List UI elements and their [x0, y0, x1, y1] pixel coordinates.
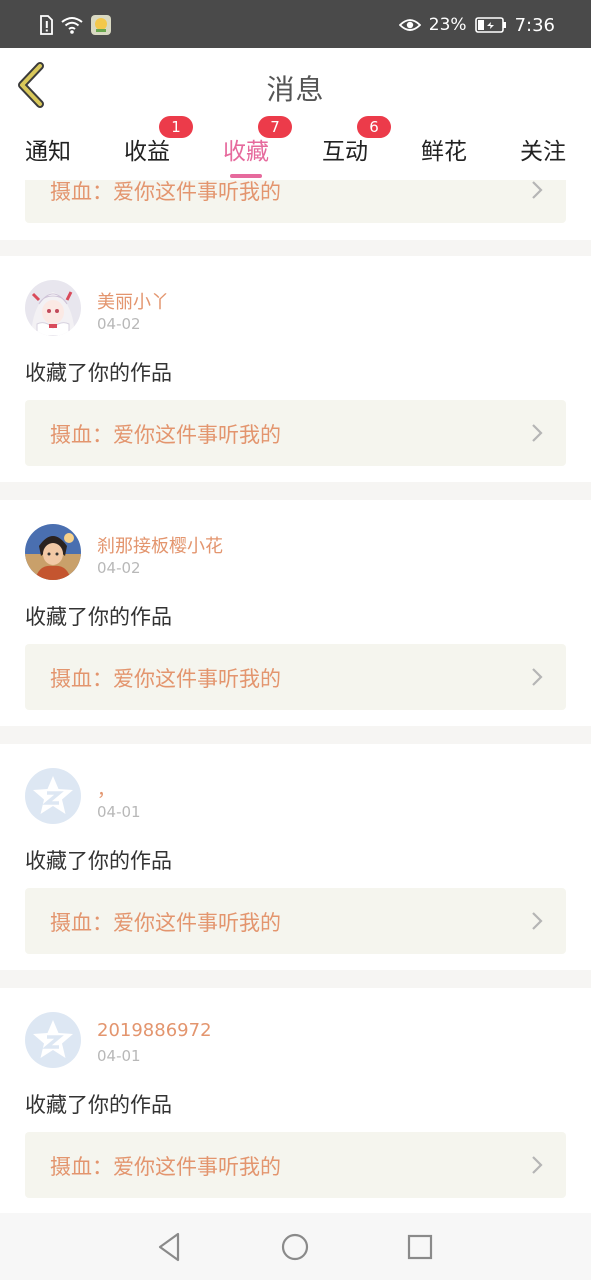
page-header: 消息: [0, 48, 591, 123]
wifi-icon: [61, 17, 83, 34]
chevron-right-icon: [532, 424, 543, 442]
list-item: 美丽小丫 04-02 收藏了你的作品 摄血：爱你这件事听我的: [0, 256, 591, 482]
action-text: 收藏了你的作品: [25, 849, 172, 873]
work-title: 摄血：爱你这件事听我的: [50, 180, 281, 204]
list-item: 刹那接板樱小花 04-02 收藏了你的作品 摄血：爱你这件事听我的: [0, 500, 591, 726]
app-notification-icon: [91, 15, 111, 35]
action-text: 收藏了你的作品: [25, 361, 172, 385]
unread-badge: 6: [357, 116, 391, 138]
active-tab-indicator: [230, 174, 262, 178]
tab-label: 关注: [520, 139, 566, 165]
battery-percent: 23%: [428, 15, 467, 35]
unread-badge: 1: [159, 116, 193, 138]
chevron-right-icon: [532, 181, 543, 199]
work-link[interactable]: 摄血：爱你这件事听我的: [25, 1132, 566, 1198]
list-item: ， 04-01 收藏了你的作品 摄血：爱你这件事听我的: [0, 744, 591, 970]
work-title: 摄血：爱你这件事听我的: [50, 911, 281, 935]
status-right: 23% 7:36: [398, 13, 555, 37]
chevron-right-icon: [532, 668, 543, 686]
unread-badge: 7: [258, 116, 292, 138]
anime-girl-avatar-icon: [25, 280, 81, 336]
recents-nav-button[interactable]: [402, 1229, 438, 1265]
battery-icon: [474, 17, 506, 33]
timestamp: 04-01: [97, 803, 141, 821]
default-star-avatar-icon: [25, 1012, 81, 1068]
work-title: 摄血：爱你这件事听我的: [50, 423, 281, 447]
tab-flowers[interactable]: 鲜花: [404, 132, 484, 174]
avatar[interactable]: [25, 280, 81, 336]
work-link[interactable]: 摄血：爱你这件事听我的: [25, 888, 566, 954]
back-nav-button[interactable]: [151, 1229, 187, 1265]
list-item: 摄血：爱你这件事听我的: [0, 180, 591, 240]
username[interactable]: ，: [97, 776, 115, 802]
work-title: 摄血：爱你这件事听我的: [50, 1155, 281, 1179]
tab-label: 互动: [322, 139, 368, 165]
work-title: 摄血：爱你这件事听我的: [50, 667, 281, 691]
default-star-avatar-icon: [25, 768, 81, 824]
tab-follows[interactable]: 关注: [503, 132, 583, 174]
recents-square-icon: [407, 1234, 433, 1260]
sim-alert-icon: [40, 15, 53, 35]
list-item: 2019886972 04-01 收藏了你的作品 摄血：爱你这件事听我的: [0, 988, 591, 1213]
tab-favorites[interactable]: 收藏 7: [206, 116, 292, 178]
work-link[interactable]: 摄血：爱你这件事听我的: [25, 180, 566, 223]
avatar[interactable]: [25, 1012, 81, 1068]
work-link[interactable]: 摄血：爱你这件事听我的: [25, 400, 566, 466]
clock: 7:36: [514, 14, 555, 36]
tab-interactions[interactable]: 互动 6: [305, 116, 391, 174]
tab-earnings[interactable]: 收益 1: [107, 116, 193, 174]
tab-bar: 通知 收益 1 收藏 7 互动 6 鲜花 关注: [0, 116, 591, 180]
timestamp: 04-02: [97, 315, 141, 333]
chevron-right-icon: [532, 1156, 543, 1174]
username[interactable]: 2019886972: [97, 1020, 212, 1041]
tab-label: 收益: [124, 139, 170, 165]
back-triangle-icon: [158, 1232, 180, 1262]
chevron-right-icon: [532, 912, 543, 930]
eye-comfort-icon: [398, 19, 421, 31]
status-left-icons: [38, 14, 112, 36]
anime-boy-avatar-icon: [25, 524, 81, 580]
tab-label: 通知: [25, 139, 71, 165]
page-title: 消息: [266, 73, 325, 106]
home-circle-icon: [281, 1233, 309, 1261]
action-text: 收藏了你的作品: [25, 605, 172, 629]
timestamp: 04-01: [97, 1047, 141, 1065]
avatar[interactable]: [25, 524, 81, 580]
username[interactable]: 美丽小丫: [97, 288, 169, 314]
tab-notifications[interactable]: 通知: [8, 132, 88, 174]
avatar[interactable]: [25, 768, 81, 824]
tab-label: 鲜花: [421, 139, 467, 165]
work-link[interactable]: 摄血：爱你这件事听我的: [25, 644, 566, 710]
status-bar: 23% 7:36: [0, 0, 591, 48]
system-navigation-bar: [0, 1213, 591, 1280]
tab-label: 收藏: [223, 139, 269, 165]
timestamp: 04-02: [97, 559, 141, 577]
notification-list[interactable]: 摄血：爱你这件事听我的 美丽小丫 04-02 收藏了你的作品 摄血：爱你这件事听…: [0, 180, 591, 1213]
username[interactable]: 刹那接板樱小花: [97, 532, 223, 558]
home-nav-button[interactable]: [277, 1229, 313, 1265]
action-text: 收藏了你的作品: [25, 1093, 172, 1117]
